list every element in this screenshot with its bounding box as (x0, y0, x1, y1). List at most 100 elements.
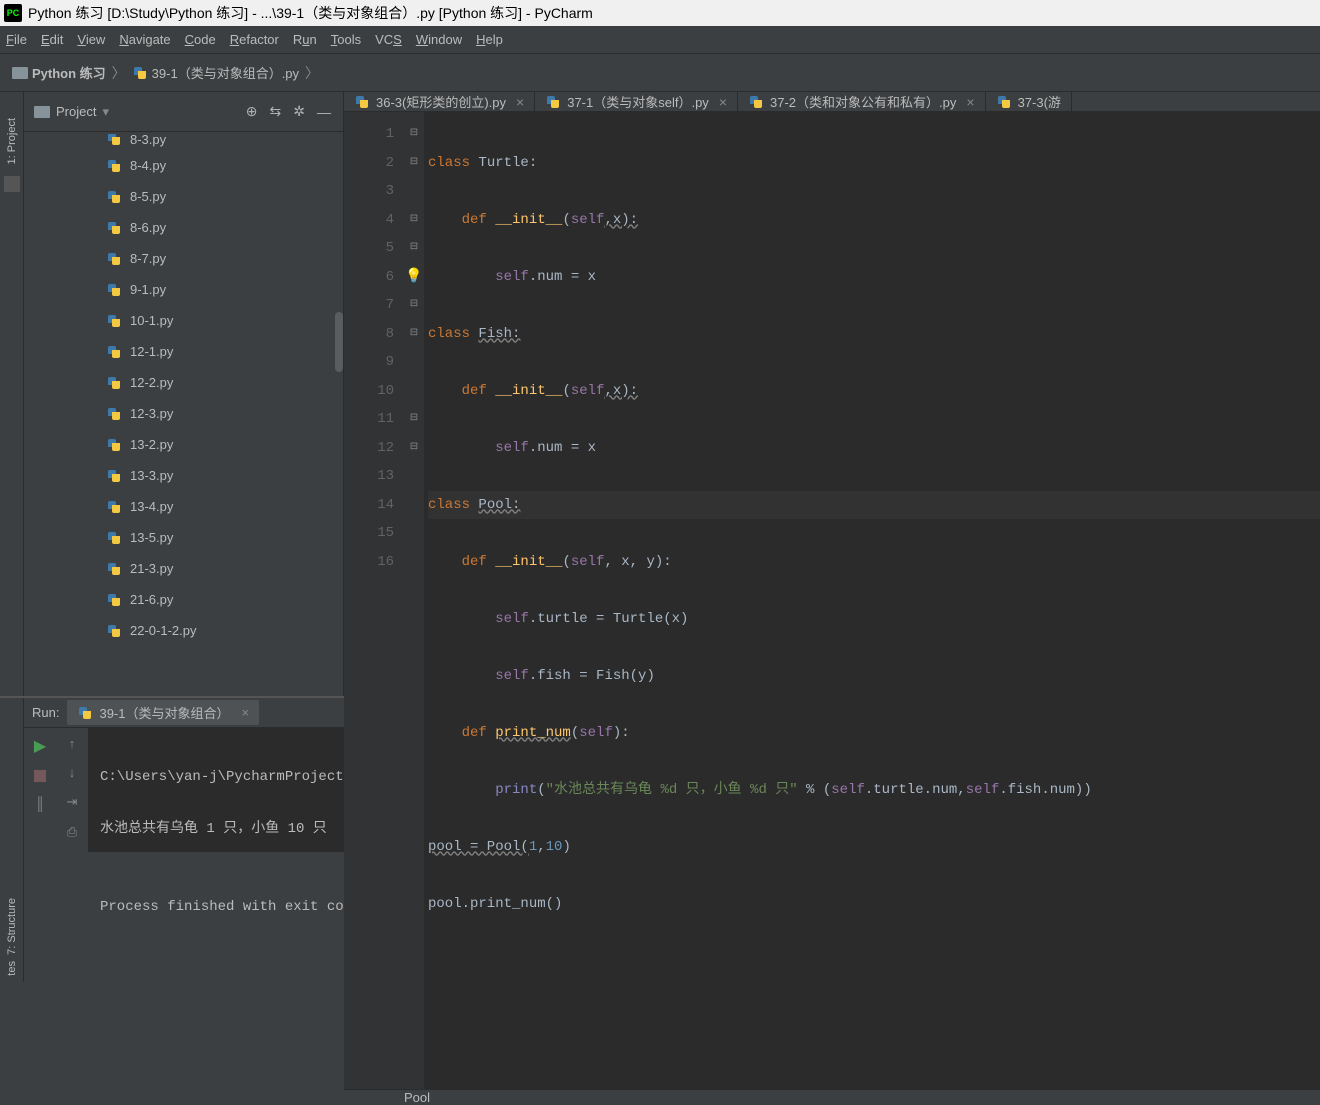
python-file-icon (106, 158, 122, 174)
file-label: 10-1.py (130, 313, 173, 328)
file-item[interactable]: 8-3.py (24, 134, 343, 150)
code-content[interactable]: class Turtle: def __init__(self,x): self… (424, 112, 1320, 1089)
file-item[interactable]: 8-4.py (24, 150, 343, 181)
menu-help[interactable]: Help (476, 32, 503, 47)
menu-navigate[interactable]: Navigate (119, 32, 170, 47)
navigation-bar: Python 练习 〉 39-1（类与对象组合）.py 〉 (0, 54, 1320, 92)
menu-run[interactable]: Run (293, 32, 317, 47)
python-file-icon (106, 282, 122, 298)
crumb-item[interactable]: Pool (404, 1090, 430, 1105)
menu-window[interactable]: Window (416, 32, 462, 47)
fold-gutter[interactable]: ⊟⊟⊟⊟💡⊟⊟⊟⊟ (404, 112, 424, 1089)
export-icon[interactable]: ⎙ (67, 824, 77, 840)
editor-tab[interactable]: 36-3(矩形类的创立).py× (344, 92, 535, 111)
code-editor[interactable]: 12345678910111213141516 ⊟⊟⊟⊟💡⊟⊟⊟⊟ class … (344, 112, 1320, 1089)
left-tool-strip: 1: Project (0, 92, 24, 696)
run-toolbar-right: ↑ ↓ ⇥ ⎙ (56, 728, 88, 982)
file-item[interactable]: 10-1.py (24, 305, 343, 336)
wrap-icon[interactable]: ⇥ (67, 794, 78, 810)
run-toolbar-left: ▶ ║ (24, 728, 56, 982)
python-file-icon (106, 406, 122, 422)
tool-favorites-tab[interactable]: tes (6, 961, 18, 982)
python-file-icon (106, 592, 122, 608)
file-label: 13-4.py (130, 499, 173, 514)
file-item[interactable]: 8-6.py (24, 212, 343, 243)
tab-label: 37-2（类和对象公有和私有）.py (770, 92, 956, 111)
file-item[interactable]: 8-7.py (24, 243, 343, 274)
sidebar-header: Project ▾ ⊕ ⇆ ✲ — (24, 92, 343, 132)
python-file-icon (106, 499, 122, 515)
intention-bulb-icon[interactable]: 💡 (405, 269, 422, 285)
menu-bar: File Edit View Navigate Code Refactor Ru… (0, 26, 1320, 54)
tool-project-tab[interactable]: 1: Project (6, 112, 18, 170)
editor-tabs: 36-3(矩形类的创立).py× 37-1（类与对象self）.py× 37-2… (344, 92, 1320, 112)
editor-tab[interactable]: 37-1（类与对象self）.py× (535, 92, 738, 111)
file-label: 13-5.py (130, 530, 173, 545)
file-label: 21-6.py (130, 592, 173, 607)
close-icon[interactable]: × (516, 94, 524, 110)
menu-tools[interactable]: Tools (331, 32, 361, 47)
file-item[interactable]: 13-2.py (24, 429, 343, 460)
tool-structure-tab[interactable]: 7: Structure (6, 892, 18, 961)
file-label: 21-3.py (130, 561, 173, 576)
run-tab[interactable]: 39-1（类与对象组合） × (67, 700, 259, 725)
file-item[interactable]: 12-1.py (24, 336, 343, 367)
menu-file[interactable]: File (6, 32, 27, 47)
stop-icon[interactable] (34, 770, 46, 782)
file-label: 13-3.py (130, 468, 173, 483)
python-file-icon (77, 705, 93, 721)
file-label: 8-4.py (130, 158, 166, 173)
menu-edit[interactable]: Edit (41, 32, 63, 47)
file-label: 9-1.py (130, 282, 166, 297)
file-item[interactable]: 8-5.py (24, 181, 343, 212)
project-sidebar: Project ▾ ⊕ ⇆ ✲ — 8-3.py 8-4.py 8-5.py 8… (24, 92, 344, 696)
close-icon[interactable]: × (242, 705, 250, 720)
file-item[interactable]: 13-5.py (24, 522, 343, 553)
python-file-icon (106, 134, 122, 147)
target-icon[interactable]: ⊕ (244, 101, 260, 122)
down-arrow-icon[interactable]: ↓ (69, 765, 76, 780)
up-arrow-icon[interactable]: ↑ (69, 736, 76, 751)
file-item[interactable]: 9-1.py (24, 274, 343, 305)
collapse-icon[interactable]: ⇆ (268, 101, 284, 122)
close-icon[interactable]: × (966, 94, 974, 110)
menu-code[interactable]: Code (185, 32, 216, 47)
editor-tab[interactable]: 37-3(游 (986, 92, 1072, 111)
tree-scrollbar[interactable] (335, 312, 343, 372)
python-file-icon (106, 313, 122, 329)
menu-view[interactable]: View (77, 32, 105, 47)
editor-crumb-bar: Pool (344, 1089, 1320, 1105)
minimize-icon[interactable]: — (315, 102, 333, 122)
run-tab-label: 39-1（类与对象组合） (99, 703, 229, 722)
tab-label: 37-3(游 (1018, 92, 1061, 111)
breadcrumb-file[interactable]: 39-1（类与对象组合）.py (128, 63, 303, 82)
dropdown-icon[interactable]: ▾ (102, 104, 109, 120)
gear-icon[interactable]: ✲ (291, 101, 307, 122)
file-item[interactable]: 13-4.py (24, 491, 343, 522)
file-item[interactable]: 12-2.py (24, 367, 343, 398)
editor-area: 36-3(矩形类的创立).py× 37-1（类与对象self）.py× 37-2… (344, 92, 1320, 696)
folder-icon (12, 67, 28, 79)
file-item[interactable]: 22-0-1-2.py (24, 615, 343, 646)
close-icon[interactable]: × (719, 94, 727, 110)
file-label: 12-2.py (130, 375, 173, 390)
python-file-icon (106, 437, 122, 453)
file-label: 8-6.py (130, 220, 166, 235)
file-label: 8-5.py (130, 189, 166, 204)
file-tree: 8-3.py 8-4.py 8-5.py 8-6.py 8-7.py 9-1.p… (24, 132, 343, 696)
menu-refactor[interactable]: Refactor (230, 32, 279, 47)
breadcrumb-file-label: 39-1（类与对象组合）.py (152, 63, 299, 82)
python-file-icon (106, 468, 122, 484)
file-item[interactable]: 21-6.py (24, 584, 343, 615)
file-item[interactable]: 13-3.py (24, 460, 343, 491)
file-item[interactable]: 12-3.py (24, 398, 343, 429)
python-file-icon (106, 220, 122, 236)
editor-tab[interactable]: 37-2（类和对象公有和私有）.py × (738, 92, 986, 111)
window-title: Python 练习 [D:\Study\Python 练习] - ...\39-… (28, 3, 593, 23)
menu-vcs[interactable]: VCS (375, 32, 402, 47)
tool-icon[interactable] (4, 176, 20, 192)
pause-icon[interactable]: ║ (35, 796, 44, 811)
file-item[interactable]: 21-3.py (24, 553, 343, 584)
breadcrumb-folder[interactable]: Python 练习 (8, 63, 110, 82)
play-icon[interactable]: ▶ (34, 736, 46, 756)
